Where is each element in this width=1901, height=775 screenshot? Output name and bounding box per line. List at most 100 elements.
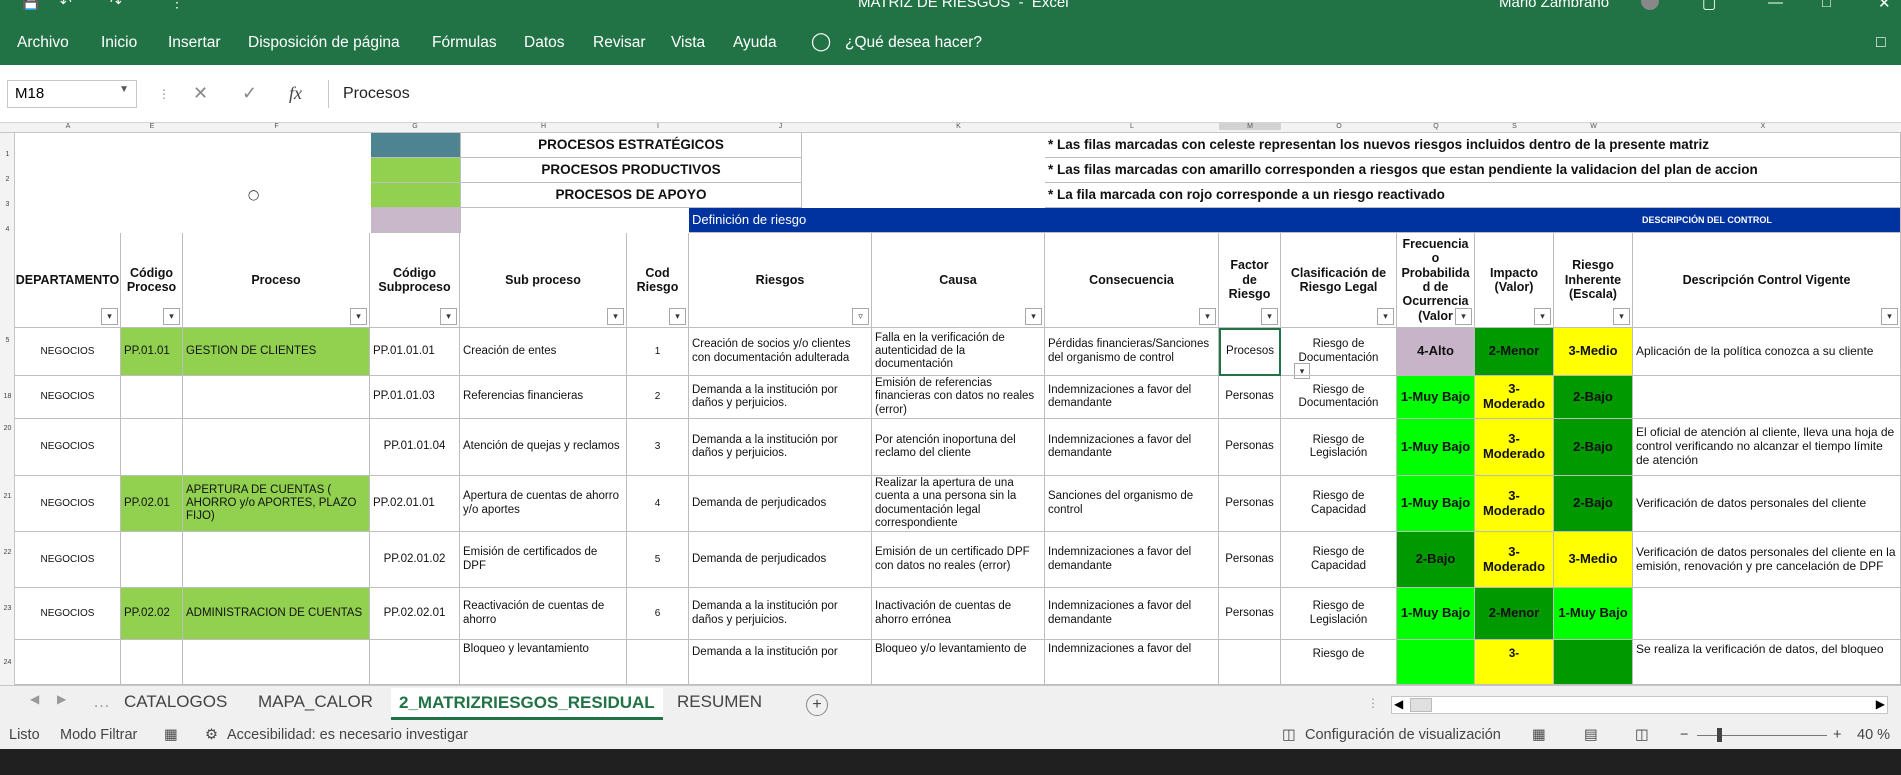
filter-dropdown-icon[interactable]: ▾ — [1881, 308, 1898, 325]
tab-datos[interactable]: Datos — [524, 34, 565, 52]
cell-factor-riesgo[interactable]: Personas — [1219, 588, 1281, 640]
zoom-in-icon[interactable]: + — [1833, 727, 1841, 743]
tab-vista[interactable]: Vista — [671, 34, 705, 52]
row-number[interactable]: 1 — [1, 151, 14, 158]
accessibility-icon[interactable]: ⚙ — [205, 727, 218, 743]
row-number[interactable]: 23 — [1, 605, 14, 612]
zoom-out-icon[interactable]: − — [1680, 727, 1688, 743]
cell-subproceso[interactable]: Reactivación de cuentas de ahorro — [460, 588, 627, 640]
tab-archivo[interactable]: Archivo — [17, 34, 69, 52]
row-number[interactable]: 20 — [1, 425, 14, 432]
tab-insertar[interactable]: Insertar — [168, 34, 221, 52]
cell-subproceso[interactable]: Creación de entes — [460, 328, 627, 376]
cell-cod-riesgo[interactable]: 1 — [627, 328, 689, 376]
cell-impacto[interactable]: 3- — [1475, 640, 1554, 685]
cell-causa[interactable]: Bloqueo y/o levantamiento de — [872, 640, 1045, 685]
cell-codigo-proceso[interactable] — [121, 532, 183, 588]
cell-codigo-proceso[interactable]: PP.02.01 — [121, 476, 183, 532]
formula-input[interactable]: Procesos — [328, 80, 1901, 108]
tell-me-search[interactable]: ¿Qué desea hacer? — [845, 34, 982, 52]
cell-frecuencia[interactable]: 1-Muy Bajo — [1397, 376, 1475, 419]
cell-riesgo[interactable]: Demanda a la institución por daños y per… — [689, 588, 872, 640]
cell-riesgo-inherente[interactable]: 2-Bajo — [1554, 376, 1633, 419]
filter-dropdown-icon[interactable]: ▾ — [1377, 308, 1394, 325]
column-header[interactable]: W — [1554, 123, 1633, 130]
cell-frecuencia[interactable]: 1-Muy Bajo — [1397, 419, 1475, 476]
cell-consecuencia[interactable]: Indemnizaciones a favor del demandante — [1045, 419, 1219, 476]
horizontal-scrollbar[interactable]: ◀ ▶ — [1391, 696, 1888, 714]
cell-control[interactable]: El oficial de atención al cliente, lleva… — [1633, 419, 1901, 476]
cell-riesgo[interactable]: Demanda de perjudicados — [689, 532, 872, 588]
cell-departamento[interactable]: NEGOCIOS — [15, 532, 121, 588]
column-header-active[interactable]: M — [1219, 123, 1281, 130]
cell-factor-riesgo-selected[interactable]: Procesos — [1219, 328, 1281, 376]
cell-departamento[interactable] — [15, 640, 121, 685]
cell-causa[interactable]: Emisión de referencias financieras con d… — [872, 376, 1045, 419]
cell-consecuencia[interactable]: Pérdidas financieras/Sanciones del organ… — [1045, 328, 1219, 376]
cell-frecuencia[interactable]: 1-Muy Bajo — [1397, 476, 1475, 532]
cell-cod-riesgo[interactable]: 2 — [627, 376, 689, 419]
save-icon[interactable]: 💾 — [22, 0, 39, 11]
row-number[interactable]: 24 — [1, 659, 14, 666]
cell-factor-riesgo[interactable] — [1219, 640, 1281, 685]
cell-clasificacion[interactable]: Riesgo de Capacidad — [1281, 476, 1397, 532]
filter-dropdown-icon[interactable]: ▾ — [1455, 308, 1472, 325]
legend-swatch-strategic[interactable] — [371, 133, 461, 158]
scroll-right-icon[interactable]: ▶ — [1876, 697, 1885, 711]
header-descripcion-control[interactable]: Descripción Control Vigente — [1633, 233, 1901, 328]
cell-riesgo-inherente[interactable] — [1554, 640, 1633, 685]
sheet-tab-resumen[interactable]: RESUMEN — [677, 692, 762, 712]
cell-control[interactable] — [1633, 588, 1901, 640]
tab-ayuda[interactable]: Ayuda — [733, 34, 777, 52]
cell-subproceso[interactable]: Atención de quejas y reclamos — [460, 419, 627, 476]
column-header[interactable]: O — [1281, 123, 1397, 130]
cell-causa[interactable]: Inactivación de cuentas de ahorro erróne… — [872, 588, 1045, 640]
add-sheet-icon[interactable]: + — [806, 694, 828, 716]
cell-riesgo-inherente[interactable]: 2-Bajo — [1554, 476, 1633, 532]
legend-swatch-productive[interactable] — [371, 158, 461, 183]
column-header[interactable]: I — [627, 123, 689, 130]
cell-causa[interactable]: Realizar la apertura de una cuenta a una… — [872, 476, 1045, 532]
column-header[interactable]: A — [15, 123, 121, 130]
cell-frecuencia[interactable]: 1-Muy Bajo — [1397, 588, 1475, 640]
tab-revisar[interactable]: Revisar — [593, 34, 646, 52]
minimize-icon[interactable]: — — [1768, 0, 1783, 11]
cell-frecuencia[interactable] — [1397, 640, 1475, 685]
maximize-icon[interactable]: □ — [1822, 0, 1831, 11]
header-proceso[interactable]: Proceso — [183, 233, 370, 328]
display-settings[interactable]: Configuración de visualización — [1305, 727, 1501, 743]
header-riesgos[interactable]: Riesgos — [689, 233, 872, 328]
column-header[interactable]: F — [183, 123, 370, 130]
filter-dropdown-icon[interactable]: ▾ — [607, 308, 624, 325]
cell-subproceso[interactable]: Emisión de certificados de DPF — [460, 532, 627, 588]
tab-disposicion[interactable]: Disposición de página — [248, 34, 400, 52]
cell-codigo-proceso[interactable] — [121, 419, 183, 476]
note-new-risks[interactable]: * Las filas marcadas con celeste represe… — [1045, 133, 1901, 158]
cell-codigo-subproceso[interactable]: PP.01.01.04 — [370, 419, 460, 476]
cell-factor-riesgo[interactable]: Personas — [1219, 476, 1281, 532]
column-header[interactable]: J — [689, 123, 872, 130]
cell-frecuencia[interactable]: 2-Bajo — [1397, 532, 1475, 588]
macro-record-icon[interactable]: ▦ — [164, 727, 178, 743]
filter-dropdown-icon[interactable]: ▾ — [1613, 308, 1630, 325]
page-layout-icon[interactable]: ▤ — [1584, 727, 1598, 743]
row-number[interactable]: 18 — [1, 393, 14, 400]
close-icon[interactable]: ✕ — [1878, 0, 1891, 12]
cell-cod-riesgo[interactable] — [627, 640, 689, 685]
tab-ellipsis-icon[interactable]: … — [93, 692, 110, 712]
cell-proceso[interactable]: APERTURA DE CUENTAS ( AHORRO y/o APORTES… — [183, 476, 370, 532]
cell-riesgo-inherente[interactable]: 3-Medio — [1554, 532, 1633, 588]
next-sheet-icon[interactable]: ▶ — [57, 692, 66, 706]
cell-proceso[interactable] — [183, 532, 370, 588]
tab-inicio[interactable]: Inicio — [101, 34, 137, 52]
cell-codigo-proceso[interactable] — [121, 640, 183, 685]
ribbon-display-icon[interactable]: ▢ — [1702, 0, 1716, 12]
cell-codigo-subproceso[interactable]: PP.02.02.01 — [370, 588, 460, 640]
cell-departamento[interactable]: NEGOCIOS — [15, 588, 121, 640]
name-box[interactable]: M18 ▼ — [7, 80, 137, 108]
section-risk-definition[interactable]: Definición de riesgo DESCRIPCIÓN DEL CON… — [689, 208, 1901, 233]
cell-riesgo[interactable]: Demanda a la institución por — [689, 640, 872, 685]
prev-sheet-icon[interactable]: ◀ — [30, 692, 39, 706]
row-number[interactable]: 22 — [1, 549, 14, 556]
cell-riesgo[interactable]: Demanda de perjudicados — [689, 476, 872, 532]
